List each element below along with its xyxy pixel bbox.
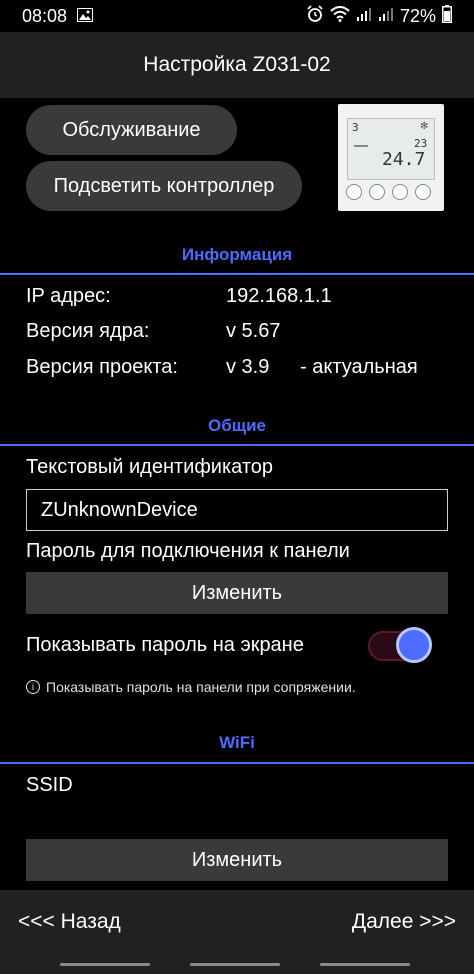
project-version-value: v 3.9 [226,356,270,378]
show-password-label: Показывать пароль на экране [26,634,304,656]
hint-text: Показывать пароль на панели при сопряжен… [46,679,356,695]
info-icon: i [26,680,40,694]
alarm-icon [306,4,324,28]
info-divider [0,273,474,275]
show-password-toggle[interactable] [368,627,432,663]
image-icon [77,6,94,27]
controller-image: 3 ✻ 23 24.7 [338,104,444,211]
password-label: Пароль для подключения к панели [26,540,350,562]
status-bar: 08:08 72% [0,0,474,32]
system-nav-indicator [60,963,150,966]
wifi-divider [0,762,474,764]
thumb-arrows-icon [415,184,431,200]
password-hint: i Показывать пароль на панели при сопряж… [26,679,356,695]
core-version-label: Версия ядра: [26,320,150,342]
controller-display: 3 ✻ 23 24.7 [347,118,435,180]
battery-icon [442,4,452,28]
wifi-section-title: WiFi [219,733,255,752]
bottom-nav: <<< Назад Далее >>> [0,890,474,954]
project-status: - актуальная [300,356,418,378]
thumb-mode-icon [392,184,408,200]
thumb-current-temp: 24.7 [382,149,426,170]
next-button[interactable]: Далее >>> [352,910,456,934]
thumb-fan-icon [369,184,385,200]
info-section-title: Информация [181,245,293,264]
page-title: Настройка Z031-02 [143,53,331,76]
battery-percent: 72% [399,5,436,26]
project-version-label: Версия проекта: [26,356,178,378]
system-nav-bar [0,954,474,974]
general-divider [0,444,474,446]
change-wifi-button[interactable]: Изменить [26,839,448,881]
core-version-value: v 5.67 [226,320,281,342]
general-section-title: Общие [208,416,266,435]
highlight-controller-button[interactable]: Подсветить контроллер [26,161,302,211]
snowflake-icon: ✻ [420,121,429,132]
thumb-mode-digit: 3 [352,121,359,134]
back-button[interactable]: <<< Назад [18,910,121,934]
system-nav-indicator [320,963,410,966]
status-time: 08:08 [22,5,68,26]
system-nav-indicator [190,963,280,966]
ip-value: 192.168.1.1 [226,285,332,307]
toggle-knob [396,627,432,663]
service-button[interactable]: Обслуживание [26,105,237,155]
text-id-label: Текстовый идентификатор [26,456,274,478]
thumb-bar [354,145,368,147]
wifi-icon [330,5,350,27]
app-bar: Настройка Z031-02 [0,32,474,98]
change-password-button[interactable]: Изменить [26,572,448,614]
text-id-input[interactable]: ZUnknownDevice [26,489,448,531]
signal-icon [378,6,394,27]
ssid-label: SSID [26,774,73,796]
thumb-power-icon [346,184,362,200]
signal-icon [356,6,372,27]
ip-label: IP адрес: [26,285,111,307]
